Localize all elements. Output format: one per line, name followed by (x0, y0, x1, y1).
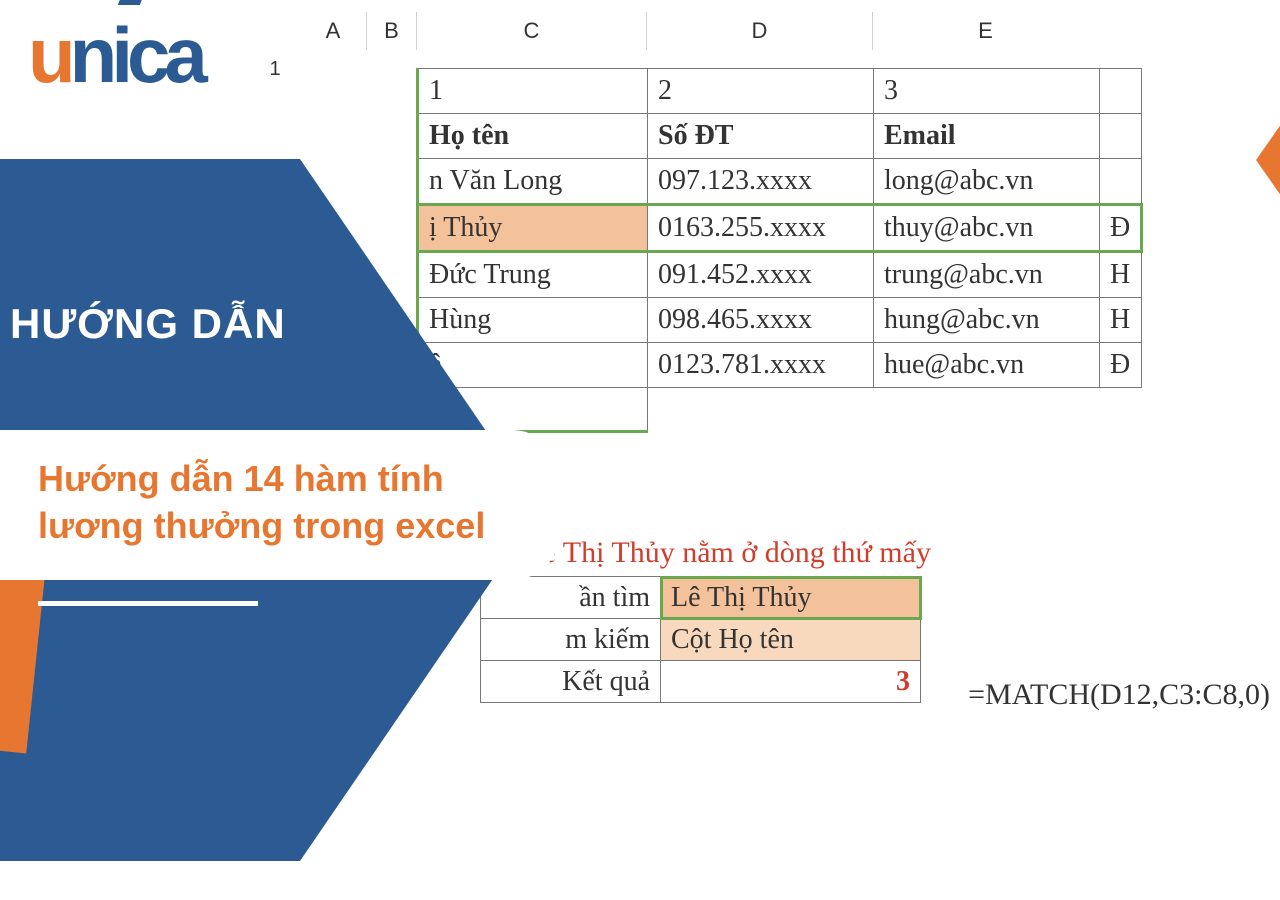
table-row: ần tìm Lê Thị Thủy (481, 577, 921, 619)
subtitle-line1: Hướng dẫn 14 hàm tính (38, 456, 530, 503)
col-C: C (416, 12, 646, 50)
spreadsheet-area: A B C D E 1 1 2 3 Họ tên Số ĐT Email n V… (300, 12, 1280, 50)
table-row: Kết quả 3 (481, 661, 921, 703)
table-row: ị Thủy 0163.255.xxxx thuy@abc.vn Đ (418, 205, 1142, 252)
logo-letter-i: i (111, 11, 127, 99)
col-E: E (872, 12, 1098, 50)
decoration-triangle-right (1200, 40, 1280, 280)
underline-decoration (38, 601, 258, 606)
table-row: 1 2 3 (418, 69, 1142, 114)
column-headers: A B C D E (300, 12, 1280, 50)
formula-text: =MATCH(D12,C3:C8,0) (968, 678, 1270, 712)
logo-letter-a: a (164, 11, 201, 99)
helper-table: ần tìm Lê Thị Thủy m kiếm Cột Họ tên Kết… (480, 576, 921, 703)
table-row: Hùng 098.465.xxxx hung@abc.vn H (418, 298, 1142, 343)
table-row: n Văn Long 097.123.xxxx long@abc.vn (418, 159, 1142, 205)
logo-letter-n: n (70, 11, 112, 99)
logo-letter-c: c (127, 11, 164, 99)
subtitle-pill: Hướng dẫn 14 hàm tính lương thưởng trong… (0, 430, 560, 580)
table-row: ê 0123.781.xxxx hue@abc.vn Đ (418, 343, 1142, 388)
col-B: B (366, 12, 416, 50)
row-number-1: 1 (250, 52, 300, 81)
col-A: A (300, 12, 366, 50)
data-table: 1 2 3 Họ tên Số ĐT Email n Văn Long 097.… (416, 68, 1143, 433)
table-row (418, 388, 1142, 432)
logo-letter-u: u (28, 11, 70, 99)
subtitle-line2: lương thưởng trong excel (38, 503, 530, 550)
col-D: D (646, 12, 872, 50)
table-row: Họ tên Số ĐT Email (418, 114, 1142, 159)
unica-logo: unica (28, 16, 202, 94)
table-row: m kiếm Cột Họ tên (481, 619, 921, 661)
table-row: Đức Trung 091.452.xxxx trung@abc.vn H (418, 252, 1142, 298)
